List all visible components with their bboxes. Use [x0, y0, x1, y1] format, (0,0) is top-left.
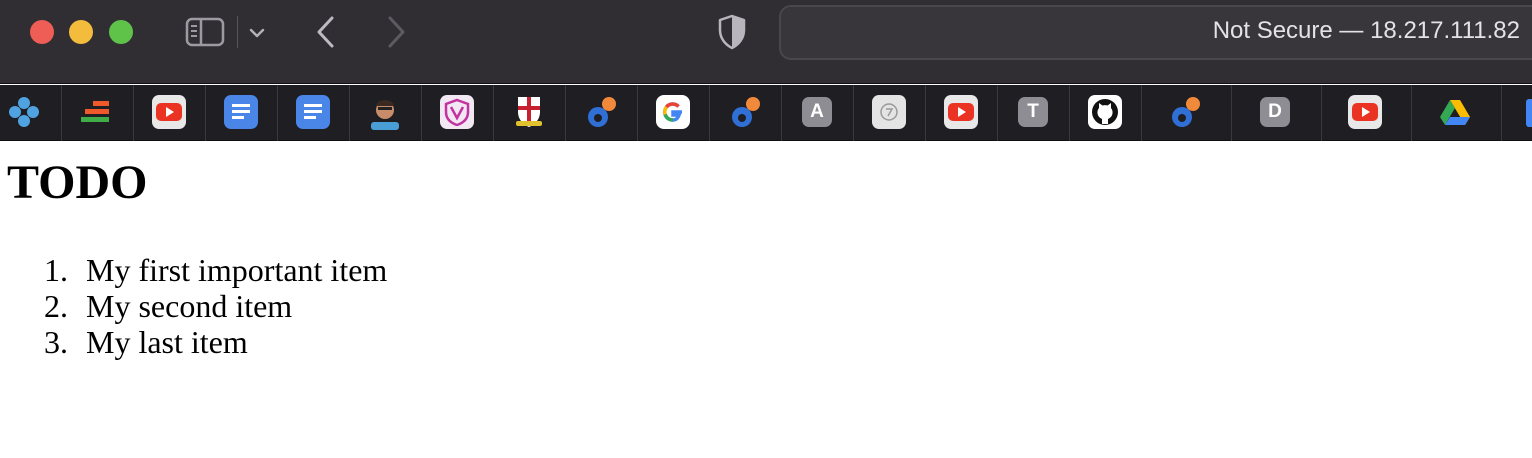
- app-icon: [9, 97, 39, 127]
- favorite-item[interactable]: [1167, 94, 1203, 130]
- favorite-item[interactable]: [367, 94, 403, 130]
- toolbar-divider: [237, 16, 238, 48]
- favorites-bar: A T D: [0, 85, 1532, 141]
- forward-button[interactable]: [378, 14, 414, 50]
- favorites-divider: [1231, 85, 1232, 141]
- youtube-icon: [944, 95, 978, 129]
- maximize-window-button[interactable]: [109, 20, 133, 44]
- favorite-item[interactable]: [151, 94, 187, 130]
- tab-group-menu-button[interactable]: [244, 20, 270, 46]
- favorite-item[interactable]: [223, 94, 259, 130]
- favorites-divider: [709, 85, 710, 141]
- todo-item-number: 1.: [44, 252, 68, 288]
- favorites-divider: [61, 85, 62, 141]
- browser-toolbar: Not Secure — 18.217.111.82: [0, 0, 1532, 84]
- blue-orange-app-icon: [588, 97, 616, 127]
- favorite-item[interactable]: [583, 94, 619, 130]
- letter-tile-icon: T: [1018, 97, 1048, 127]
- favorite-item[interactable]: [1347, 94, 1383, 130]
- sidebar-icon: [185, 17, 225, 47]
- overflow-favorite-edge: [1526, 99, 1532, 127]
- sidebar-toggle-button[interactable]: [184, 16, 226, 48]
- favorites-divider: [1069, 85, 1070, 141]
- favorites-divider: [1141, 85, 1142, 141]
- avatar-icon: [371, 100, 399, 130]
- close-window-button[interactable]: [30, 20, 54, 44]
- favorite-item[interactable]: A: [799, 94, 835, 130]
- back-button[interactable]: [308, 14, 344, 50]
- todo-item-number: 2.: [44, 288, 68, 324]
- todo-item-number: 3.: [44, 324, 68, 360]
- favorites-divider: [853, 85, 854, 141]
- shield-icon: [718, 14, 746, 50]
- address-text: Not Secure — 18.217.111.82: [1212, 17, 1520, 44]
- google-docs-icon: [296, 95, 330, 129]
- favorites-divider: [1501, 85, 1502, 141]
- todo-item-text: My first important item: [86, 252, 388, 288]
- chevron-left-icon: [317, 16, 334, 48]
- privacy-report-button[interactable]: [712, 12, 752, 52]
- page-title: TODO: [7, 156, 148, 209]
- favorites-divider: [1321, 85, 1322, 141]
- favorite-item[interactable]: [6, 94, 42, 130]
- favorites-divider: [637, 85, 638, 141]
- favorites-divider: [1411, 85, 1412, 141]
- favorite-item[interactable]: [655, 94, 691, 130]
- favorites-divider: [781, 85, 782, 141]
- favorites-divider: [565, 85, 566, 141]
- favorites-divider: [349, 85, 350, 141]
- github-icon: [1088, 95, 1122, 129]
- favorite-item[interactable]: [439, 94, 475, 130]
- letter-tile-icon: A: [802, 97, 832, 127]
- favorites-divider: [133, 85, 134, 141]
- google-docs-icon: [224, 95, 258, 129]
- favorite-item[interactable]: [871, 94, 907, 130]
- favorite-item[interactable]: [511, 94, 547, 130]
- favorites-divider: [925, 85, 926, 141]
- favorite-item[interactable]: [943, 94, 979, 130]
- youtube-icon: [1348, 95, 1382, 129]
- letter-tile-icon: D: [1260, 97, 1290, 127]
- blue-orange-app-icon: [732, 97, 760, 127]
- youtube-icon: [152, 95, 186, 129]
- favorites-divider: [421, 85, 422, 141]
- shield-v-icon: [440, 95, 474, 129]
- favorite-item[interactable]: D: [1257, 94, 1293, 130]
- favorite-item[interactable]: T: [1015, 94, 1051, 130]
- todo-item-text: My second item: [86, 288, 293, 324]
- stacked-bars-icon: [81, 101, 109, 122]
- todo-item-text: My last item: [86, 324, 248, 360]
- favorites-divider: [493, 85, 494, 141]
- chevron-right-icon: [388, 16, 405, 48]
- favorite-item[interactable]: [1087, 94, 1123, 130]
- google-drive-icon: [1440, 100, 1470, 125]
- google-icon: [656, 95, 690, 129]
- favorite-item[interactable]: [295, 94, 331, 130]
- favorite-item[interactable]: [1437, 94, 1473, 130]
- blue-orange-app-icon: [1172, 97, 1200, 127]
- crest-icon: [516, 97, 542, 127]
- chevron-down-icon: [249, 28, 265, 38]
- favorites-divider: [997, 85, 998, 141]
- favorite-item[interactable]: [727, 94, 763, 130]
- favorites-divider: [277, 85, 278, 141]
- favorites-divider: [205, 85, 206, 141]
- circle-logo-icon: [872, 95, 906, 129]
- minimize-window-button[interactable]: [69, 20, 93, 44]
- favorite-item[interactable]: [78, 94, 114, 130]
